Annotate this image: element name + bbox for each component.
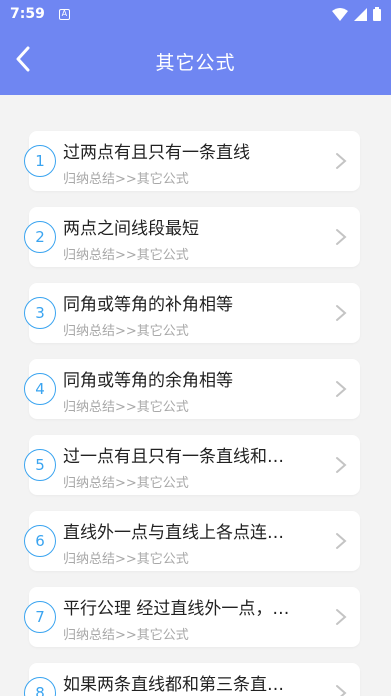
- item-title: 同角或等角的余角相等: [63, 371, 233, 391]
- item-number-badge: 4: [24, 373, 56, 405]
- list-item[interactable]: 8 如果两条直线都和第三条直…: [24, 663, 360, 696]
- item-title: 平行公理 经过直线外一点，…: [63, 599, 290, 619]
- item-number-badge: 2: [24, 221, 56, 253]
- chevron-right-icon: [336, 533, 347, 549]
- item-number-badge: 1: [24, 145, 56, 177]
- item-number-badge: 5: [24, 449, 56, 481]
- page-title: 其它公式: [155, 52, 236, 74]
- item-subtitle: 归纳总结>>其它公式: [63, 324, 189, 339]
- item-title: 直线外一点与直线上各点连…: [63, 523, 284, 543]
- chevron-right-icon: [336, 381, 347, 397]
- chevron-left-icon: [16, 46, 30, 72]
- list-item[interactable]: 3 同角或等角的补角相等 归纳总结>>其它公式: [24, 283, 360, 343]
- item-title: 两点之间线段最短: [63, 219, 199, 239]
- list-item[interactable]: 1 过两点有且只有一条直线 归纳总结>>其它公式: [24, 131, 360, 191]
- chevron-right-icon: [336, 305, 347, 321]
- item-subtitle: 归纳总结>>其它公式: [63, 248, 189, 263]
- item-subtitle: 归纳总结>>其它公式: [63, 476, 189, 491]
- item-title: 过两点有且只有一条直线: [63, 143, 250, 163]
- status-time: 7:59: [10, 6, 45, 22]
- list-item[interactable]: 4 同角或等角的余角相等 归纳总结>>其它公式: [24, 359, 360, 419]
- chevron-right-icon: [336, 153, 347, 169]
- list-item[interactable]: 5 过一点有且只有一条直线和… 归纳总结>>其它公式: [24, 435, 360, 495]
- wifi-icon: [332, 7, 348, 21]
- list-item[interactable]: 2 两点之间线段最短 归纳总结>>其它公式: [24, 207, 360, 267]
- item-subtitle: 归纳总结>>其它公式: [63, 400, 189, 415]
- notification-badge: A: [58, 8, 70, 20]
- formula-list[interactable]: 1 过两点有且只有一条直线 归纳总结>>其它公式 2 两点之间线段最短 归纳总结…: [0, 95, 391, 696]
- item-subtitle: 归纳总结>>其它公式: [63, 172, 189, 187]
- list-item[interactable]: 7 平行公理 经过直线外一点，… 归纳总结>>其它公式: [24, 587, 360, 647]
- item-subtitle: 归纳总结>>其它公式: [63, 552, 189, 567]
- item-number-badge: 3: [24, 297, 56, 329]
- chevron-right-icon: [336, 457, 347, 473]
- item-title: 如果两条直线都和第三条直…: [63, 675, 284, 695]
- item-title: 同角或等角的补角相等: [63, 295, 233, 315]
- status-bar: 7:59 A: [0, 0, 391, 28]
- status-icons: [332, 7, 381, 21]
- chevron-right-icon: [336, 609, 347, 625]
- chevron-right-icon: [336, 685, 347, 696]
- chevron-right-icon: [336, 229, 347, 245]
- item-number-badge: 6: [24, 525, 56, 557]
- list-item[interactable]: 6 直线外一点与直线上各点连… 归纳总结>>其它公式: [24, 511, 360, 571]
- item-number-badge: 8: [24, 677, 56, 696]
- back-button[interactable]: [8, 44, 38, 74]
- battery-icon: [373, 7, 381, 21]
- item-number-badge: 7: [24, 601, 56, 633]
- item-subtitle: 归纳总结>>其它公式: [63, 628, 189, 643]
- signal-icon: [354, 7, 367, 21]
- item-title: 过一点有且只有一条直线和…: [63, 447, 284, 467]
- app-bar: 其它公式: [0, 28, 391, 95]
